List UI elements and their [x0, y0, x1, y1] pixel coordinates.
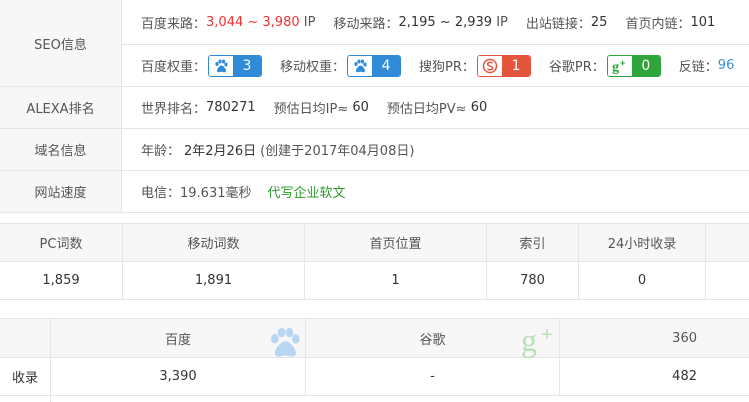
seo-row-sources: 百度来路： 3,044 ~ 3,980 IP 移动来路： 2,195 ~ 2,9…: [122, 0, 749, 45]
index-value: 780: [487, 261, 579, 300]
360-indexed-value: 482: [560, 357, 749, 396]
sogou-pr-badge[interactable]: 1: [476, 54, 531, 77]
mobile-keywords-value: 1,891: [123, 261, 305, 300]
indexed-row-label: 收录: [0, 357, 51, 396]
baidu-source-unit: IP: [303, 14, 316, 30]
baidu-weight-badge[interactable]: 3: [208, 54, 263, 77]
google-pr-label: 谷歌PR：: [548, 60, 605, 75]
home-position-value: 1: [305, 261, 487, 300]
header-mobile-keywords: 移动词数: [123, 223, 305, 262]
sogou-pr[interactable]: 搜狗PR： 1: [419, 54, 531, 77]
sogou-pr-label: 搜狗PR：: [419, 60, 475, 75]
keyword-stats-table: PC词数 移动词数 首页位置 索引 24小时收录 1,859 1,891 1 7…: [0, 223, 749, 300]
sogou-s-icon: [477, 55, 502, 76]
svg-text:g: g: [612, 60, 619, 74]
360-indexed-number: 482: [672, 368, 697, 384]
daily-pv-value: 60: [470, 100, 488, 115]
baidu-source-label: 百度来路：: [141, 16, 207, 32]
home-internal-links-label: 首页内链：: [625, 16, 691, 32]
mobile-source-unit: IP: [496, 14, 508, 30]
svg-text:+: +: [620, 58, 625, 68]
baidu-source-value: 3,044 ~ 3,980: [206, 14, 300, 30]
home-internal-links-value: 101: [690, 14, 716, 30]
engine-baidu-name: 百度: [164, 332, 191, 348]
baidu-weight-label: 百度权重：: [141, 60, 207, 75]
engine-360-header: 360: [560, 318, 749, 358]
daily-ip-value: 60: [352, 100, 369, 115]
world-rank: 世界排名： 780271: [141, 98, 256, 117]
backlinks[interactable]: 反链： 96: [679, 56, 735, 75]
pc-keywords-value: 1,859: [0, 261, 123, 300]
seo-row-weights: 百度权重： 3 移动权重： 4 搜狗PR： 1 谷歌PR： g + 0 反链： …: [122, 45, 749, 87]
baidu-source: 百度来路： 3,044 ~ 3,980 IP: [141, 13, 315, 32]
mobile-weight[interactable]: 移动权重： 4: [280, 54, 402, 77]
telecom-speed: 电信：19.631毫秒: [141, 186, 252, 201]
svg-text:+: +: [541, 324, 553, 346]
domain-age-label: 年龄：: [141, 144, 181, 159]
domain-row: 年龄： 2年2月26日 (创建于2017年04月08日): [122, 129, 749, 171]
daily-pv: 预估日均PV≈ 60: [387, 98, 487, 117]
domain-created-date: (创建于2017年04月08日): [260, 144, 415, 159]
backlinks-value[interactable]: 96: [718, 58, 735, 73]
mobile-weight-label: 移动权重：: [280, 60, 346, 75]
baidu-paw-icon: [209, 55, 234, 76]
baidu-weight-value: 3: [233, 55, 262, 76]
mobile-weight-value: 4: [372, 55, 401, 76]
header-24h-indexed: 24小时收录: [579, 223, 706, 262]
outbound-links-value: 25: [590, 14, 608, 30]
alexa-row: 世界排名： 780271 预估日均IP≈ 60 预估日均PV≈ 60: [122, 87, 749, 129]
domain-info-label: 域名信息: [0, 129, 122, 171]
empty-value-cell: [706, 261, 749, 300]
mobile-source-label: 移动来路：: [333, 16, 399, 32]
mobile-source: 移动来路： 2,195 ~ 2,939 IP: [333, 13, 507, 32]
google-pr-badge[interactable]: g + 0: [606, 54, 661, 77]
world-rank-value: 780271: [206, 100, 256, 115]
header-index: 索引: [487, 223, 579, 262]
outbound-links-label: 出站链接：: [525, 16, 591, 32]
24h-indexed-value: 0: [579, 261, 706, 300]
world-rank-label: 世界排名：: [141, 102, 207, 117]
header-pc-keywords: PC词数: [0, 223, 123, 262]
header-empty: [706, 223, 749, 262]
speed-row: 电信：19.631毫秒 代写企业软文: [122, 171, 749, 213]
svg-text:g: g: [521, 323, 537, 358]
daily-pv-label: 预估日均PV≈: [386, 102, 467, 117]
daily-ip: 预估日均IP≈ 60: [274, 98, 369, 117]
mobile-weight-badge[interactable]: 4: [347, 54, 402, 77]
site-speed-label: 网站速度: [0, 171, 122, 213]
home-internal-links: 首页内链： 101: [625, 13, 715, 32]
google-pr-value: 0: [631, 55, 660, 76]
seo-info-label: SEO信息: [0, 0, 122, 87]
header-home-position: 首页位置: [305, 223, 487, 262]
indexing-table: 百度 谷歌 g + 360 收录 3,390 - 482: [0, 318, 749, 402]
mobile-source-value: 2,195 ~ 2,939: [398, 14, 493, 30]
alexa-label: ALEXA排名: [0, 87, 122, 129]
engine-google-header: 谷歌 g +: [306, 318, 560, 358]
google-indexed-value: -: [306, 357, 560, 396]
google-pr[interactable]: 谷歌PR： g + 0: [548, 54, 661, 77]
engine-baidu-header: 百度: [51, 318, 306, 358]
engine-360-name: 360: [672, 330, 697, 346]
next-row-stub: [0, 396, 51, 402]
seo-info-table: SEO信息 百度来路： 3,044 ~ 3,980 IP 移动来路： 2,195…: [0, 0, 749, 213]
ad-link[interactable]: 代写企业软文: [268, 182, 346, 201]
backlinks-label: 反链：: [678, 60, 718, 75]
daily-ip-label: 预估日均IP≈: [273, 102, 349, 117]
outbound-links: 出站链接： 25: [526, 13, 608, 32]
baidu-indexed-value: 3,390: [51, 357, 306, 396]
baidu-weight[interactable]: 百度权重： 3: [141, 54, 263, 77]
sogou-pr-value: 1: [501, 55, 530, 76]
indexing-corner: [0, 318, 51, 358]
domain-age-value: 2年2月26日: [184, 144, 257, 159]
google-plus-icon: g +: [607, 55, 632, 76]
engine-google-name: 谷歌: [419, 332, 446, 348]
baidu-paw-icon: [348, 55, 373, 76]
